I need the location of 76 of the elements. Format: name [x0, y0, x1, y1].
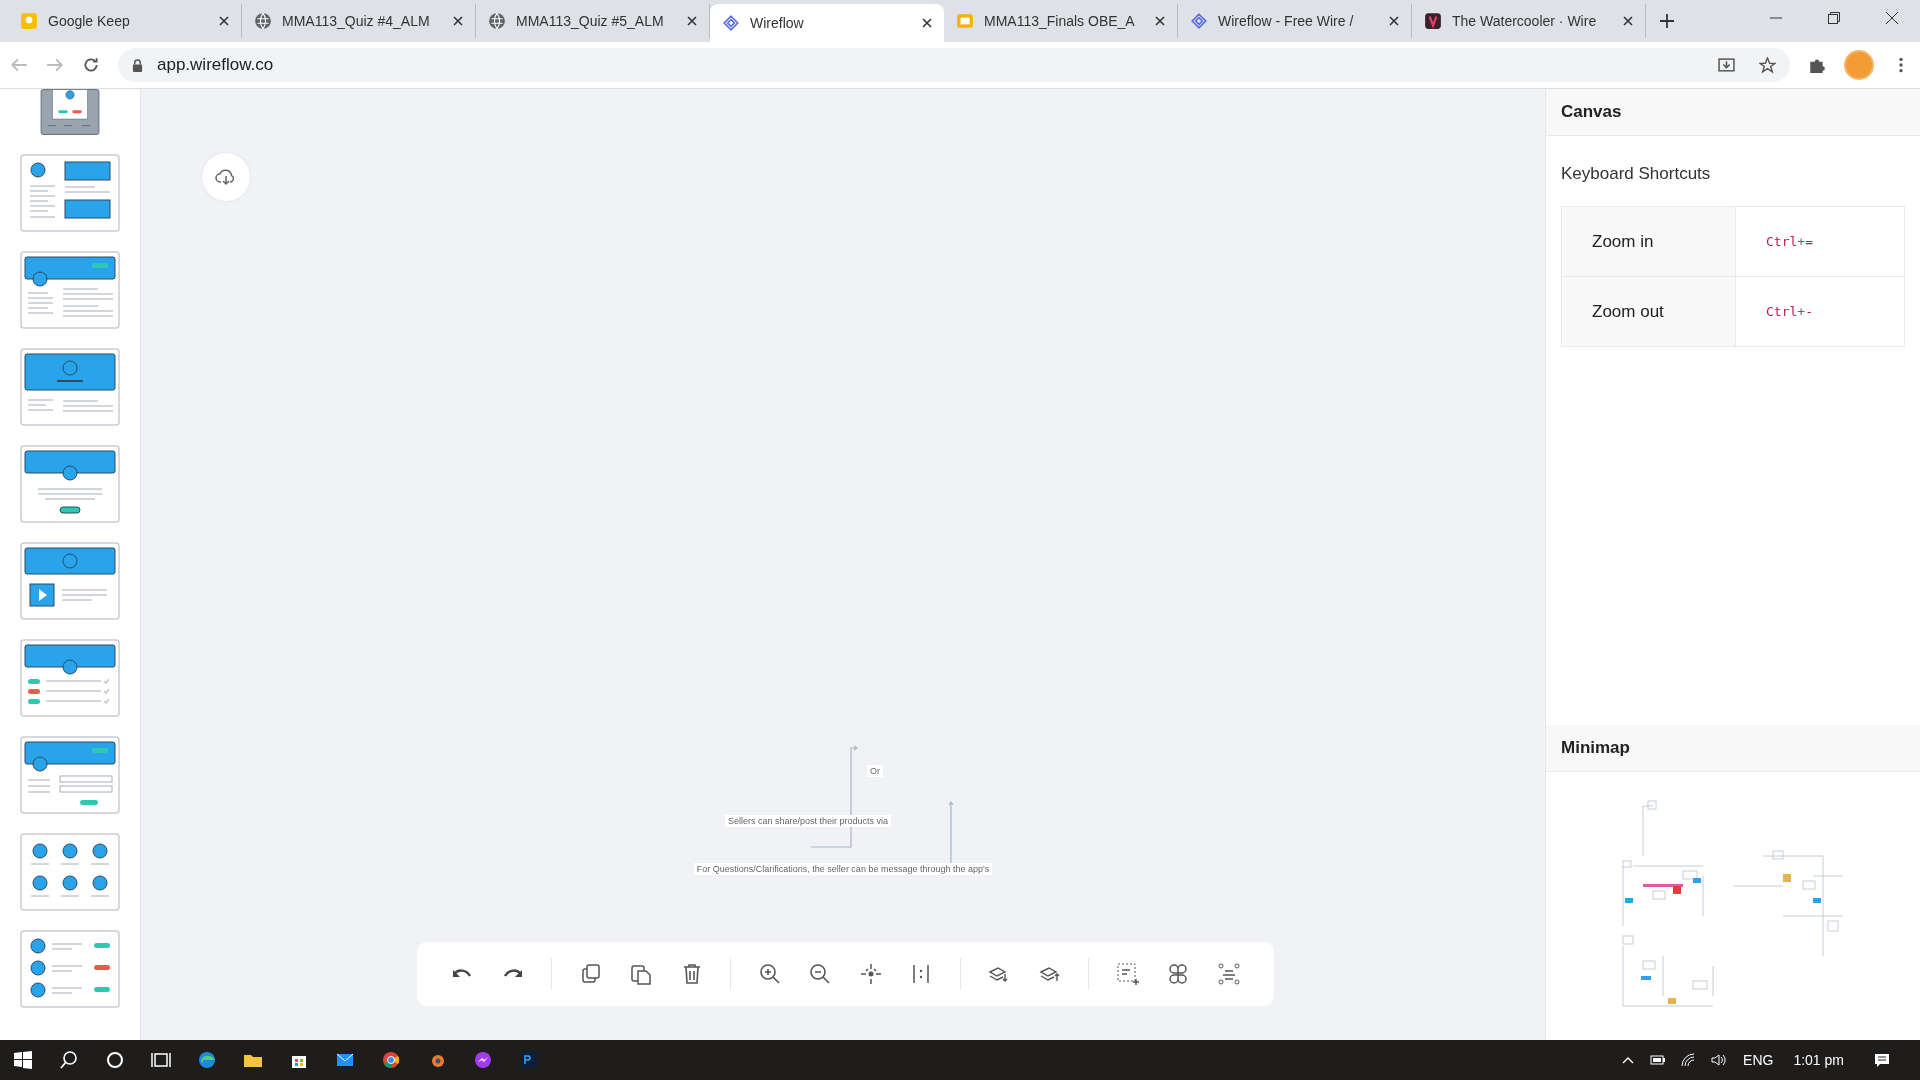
slides-icon	[956, 12, 974, 30]
address-bar[interactable]: app.wireflow.co	[118, 48, 1790, 82]
template-thumbnail[interactable]	[20, 736, 120, 814]
template-thumbnail[interactable]	[20, 251, 120, 329]
flow-node-label[interactable]: Sellers can share/post their products via	[724, 815, 892, 827]
cloud-save-button[interactable]	[202, 153, 250, 201]
browser-tab[interactable]: MMA113_Quiz #5_ALM	[476, 4, 710, 38]
close-icon[interactable]	[922, 18, 932, 28]
browser-tab[interactable]: Wireflow	[710, 4, 944, 42]
browser-tab[interactable]: Google Keep	[8, 4, 242, 38]
template-thumbnail[interactable]	[20, 542, 120, 620]
select-area-icon[interactable]	[1115, 962, 1140, 986]
distribute-icon[interactable]	[1216, 962, 1241, 986]
browser-tab[interactable]: The Watercooler · Wire	[1412, 4, 1646, 38]
crosshair-icon[interactable]	[858, 962, 883, 986]
shield-icon	[1424, 12, 1442, 30]
close-icon[interactable]	[1389, 16, 1399, 26]
wifi-icon[interactable]	[1680, 1052, 1697, 1068]
template-thumbnail[interactable]	[20, 445, 120, 523]
shortcut-action: Zoom out	[1562, 277, 1736, 346]
flow-node-label[interactable]: For Questions/Clarifications, the seller can be message through the app's	[693, 863, 993, 875]
close-icon[interactable]	[1623, 16, 1633, 26]
close-icon[interactable]	[219, 16, 229, 26]
browser-tab[interactable]: MMA113_Finals OBE_A	[944, 4, 1178, 38]
tab-title: MMA113_Finals OBE_A	[984, 13, 1136, 29]
template-thumbnail[interactable]	[20, 833, 120, 911]
close-icon[interactable]	[687, 16, 697, 26]
search-icon	[59, 1050, 79, 1070]
tab-title: MMA113_Quiz #4_ALM	[282, 13, 431, 29]
tab-title: The Watercooler · Wire	[1452, 13, 1598, 29]
reload-icon[interactable]	[82, 56, 100, 74]
lock-icon	[132, 58, 143, 72]
tab-title: Wireflow	[750, 15, 805, 31]
browser-icon	[381, 1050, 401, 1070]
chat-icon	[473, 1050, 493, 1070]
speaker-icon[interactable]	[1710, 1052, 1727, 1068]
section-heading: Keyboard Shortcuts	[1560, 163, 1712, 185]
template-thumbnail[interactable]	[20, 154, 120, 232]
windows-icon	[13, 1050, 33, 1070]
globe-icon	[488, 12, 506, 30]
url-text: app.wireflow.co	[157, 55, 274, 75]
circle-icon	[105, 1050, 125, 1070]
flow-node-label[interactable]: Or	[867, 765, 883, 777]
battery-icon[interactable]	[1650, 1052, 1667, 1068]
close-icon[interactable]	[1155, 16, 1165, 26]
tab-title: Wireflow - Free Wire /	[1218, 13, 1355, 29]
browser-tab[interactable]: Wireflow - Free Wire /	[1178, 4, 1412, 38]
new-tab-icon[interactable]	[1660, 14, 1674, 28]
task-view-icon	[151, 1050, 171, 1070]
section-heading: Minimap	[1561, 738, 1630, 758]
shortcut-keys: Ctrl+-	[1736, 277, 1813, 346]
globe-icon	[254, 12, 272, 30]
template-thumbnail[interactable]	[20, 639, 120, 717]
panel-title: Canvas	[1561, 102, 1622, 122]
template-thumbnail[interactable]	[20, 930, 120, 1008]
zoom-in-icon[interactable]	[757, 962, 782, 986]
diamond-icon	[1190, 12, 1208, 30]
close-icon[interactable]	[1886, 12, 1898, 24]
close-icon[interactable]	[453, 16, 463, 26]
language-indicator[interactable]: ENG	[1743, 1052, 1774, 1068]
browser-icon	[197, 1050, 217, 1070]
tab-title: MMA113_Quiz #5_ALM	[516, 13, 665, 29]
install-icon[interactable]	[1718, 56, 1735, 74]
clock[interactable]: 1:01 pm	[1793, 1052, 1844, 1068]
shortcut-keys: Ctrl+=	[1736, 207, 1813, 276]
app-icon	[519, 1050, 539, 1070]
star-icon[interactable]	[1759, 56, 1776, 74]
tab-title: Google Keep	[48, 13, 131, 29]
shortcut-action: Zoom in	[1562, 207, 1736, 276]
restore-icon[interactable]	[1828, 12, 1840, 24]
browser-tab[interactable]: MMA113_Quiz #4_ALM	[242, 4, 476, 38]
paste-icon[interactable]	[629, 962, 654, 986]
diamond-icon	[722, 14, 740, 32]
notification-icon[interactable]	[1874, 1052, 1890, 1068]
note-icon	[20, 12, 38, 30]
template-thumbnail[interactable]	[20, 348, 120, 426]
